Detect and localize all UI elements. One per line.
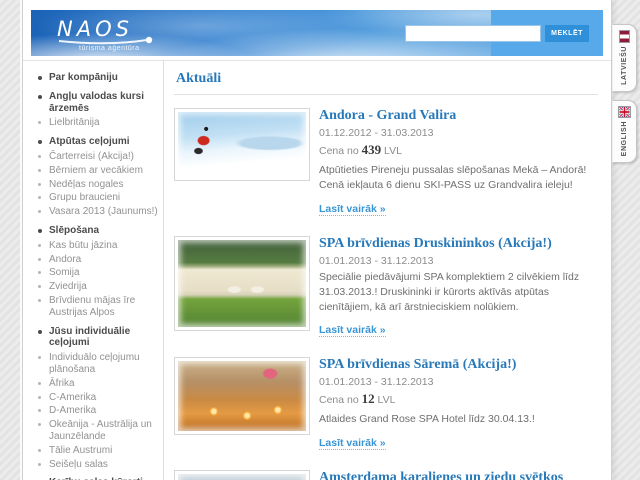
- read-more-link[interactable]: Lasīt vairāk »: [319, 203, 386, 216]
- article: SPA brīvdienas Druskininkos (Akcija!) 01…: [174, 236, 598, 339]
- article: SPA brīvdienas Sāremā (Akcija!) 01.01.20…: [174, 357, 598, 450]
- sidebar-item[interactable]: Čarterreisi (Akcija!): [49, 151, 159, 163]
- sidebar-item[interactable]: Zviedrija: [49, 281, 159, 293]
- sidebar-item[interactable]: Nedēļas nogales: [49, 179, 159, 191]
- sidebar: Par kompāniju Angļu valodas kursi ārzemēs…: [23, 61, 164, 480]
- main-content: Aktuāli Andora - Grand Valira 01.12.2012…: [164, 61, 611, 480]
- sidebar-item[interactable]: Bērniem ar vecākiem: [49, 165, 159, 177]
- sidebar-item[interactable]: Somija: [49, 267, 159, 279]
- article-thumbnail[interactable]: [174, 470, 310, 480]
- sidebar-item[interactable]: Okeānija - Austrālija un Jaunzēlande: [49, 419, 159, 443]
- price-currency: LVL: [384, 145, 402, 157]
- price-value: 439: [362, 142, 382, 157]
- sidebar-item[interactable]: C-Amerika: [49, 392, 159, 404]
- article: Amsterdama karalienes un ziedu svētkos (…: [174, 470, 598, 480]
- uk-flag-icon: [618, 106, 631, 118]
- sidebar-item[interactable]: Āfrika: [49, 378, 159, 390]
- header-banner: NAOS tūrisma aģentūra MEKLĒT: [31, 10, 603, 56]
- lang-tab-latviesu[interactable]: LATVIEŠU: [612, 24, 637, 92]
- logo: NAOS tūrisma aģentūra: [53, 13, 213, 50]
- sidebar-item[interactable]: Lielbritānija: [49, 117, 159, 129]
- article-description: Atlaides Grand Rose SPA Hotel līdz 30.04…: [319, 412, 598, 427]
- article-title[interactable]: SPA brīvdienas Druskininkos (Akcija!): [319, 236, 598, 252]
- search-button[interactable]: MEKLĒT: [545, 25, 589, 42]
- sidebar-item[interactable]: Seišeļu salas: [49, 459, 159, 471]
- sidebar-item[interactable]: Grupu braucieni: [49, 192, 159, 204]
- article-thumbnail[interactable]: [174, 357, 310, 435]
- article-title[interactable]: SPA brīvdienas Sāremā (Akcija!): [319, 357, 598, 373]
- price-value: 12: [362, 391, 375, 406]
- amsterdam-photo: [178, 474, 306, 480]
- language-switcher: LATVIEŠU ENGLISH: [612, 24, 637, 171]
- naos-logo-icon: NAOS: [53, 13, 213, 45]
- sidebar-item[interactable]: Atpūtas ceļojumi: [49, 136, 159, 148]
- logo-subtitle: tūrisma aģentūra: [79, 45, 140, 52]
- page-title: Aktuāli: [174, 69, 598, 95]
- article-thumbnail[interactable]: [174, 108, 310, 181]
- sidebar-item[interactable]: Jūsu individuālie ceļojumi: [49, 326, 159, 350]
- sidebar-item[interactable]: Vasara 2013 (Jaunums!): [49, 206, 159, 218]
- article: Andora - Grand Valira 01.12.2012 - 31.03…: [174, 108, 598, 217]
- sidebar-item[interactable]: Par kompāniju: [49, 72, 159, 84]
- article-dates: 01.12.2012 - 31.03.2013: [319, 127, 598, 139]
- sidebar-item[interactable]: Tālie Austrumi: [49, 445, 159, 457]
- sidebar-item[interactable]: D-Amerika: [49, 405, 159, 417]
- latvian-flag-icon: [619, 30, 630, 43]
- price-currency: LVL: [378, 394, 396, 406]
- article-description: Speciālie piedāvājumi SPA komplektiem 2 …: [319, 270, 598, 316]
- search-input[interactable]: [405, 25, 541, 42]
- sidebar-list: Par kompāniju Angļu valodas kursi ārzemēs…: [49, 72, 159, 480]
- sidebar-item[interactable]: Andora: [49, 254, 159, 266]
- article-dates: 01.01.2013 - 31.12.2013: [319, 255, 598, 267]
- sidebar-item[interactable]: Angļu valodas kursi ārzemēs: [49, 91, 159, 115]
- sidebar-item[interactable]: Slēpošana: [49, 225, 159, 237]
- ski-photo: [178, 112, 306, 177]
- article-price: Cena no 439 LVL: [319, 142, 598, 158]
- article-price: Cena no 12 LVL: [319, 391, 598, 407]
- site-container: NAOS tūrisma aģentūra MEKLĒT Par kompāni…: [22, 0, 612, 480]
- sidebar-item[interactable]: Brīvdienu mājas īre Austrijas Alpos: [49, 295, 159, 319]
- read-more-link[interactable]: Lasīt vairāk »: [319, 324, 386, 337]
- article-title[interactable]: Amsterdama karalienes un ziedu svētkos (…: [319, 470, 598, 480]
- article-thumbnail[interactable]: [174, 236, 310, 331]
- article-description: Atpūtieties Pireneju pussalas slēpošanas…: [319, 163, 598, 193]
- lang-tab-english[interactable]: ENGLISH: [612, 100, 637, 163]
- spa-hotel-photo: [178, 240, 306, 327]
- sidebar-item[interactable]: Individuālo ceļojumu plānošana: [49, 352, 159, 376]
- article-title[interactable]: Andora - Grand Valira: [319, 108, 598, 124]
- read-more-link[interactable]: Lasīt vairāk »: [319, 437, 386, 450]
- article-dates: 01.01.2013 - 31.12.2013: [319, 376, 598, 388]
- spa-candles-photo: [178, 361, 306, 431]
- svg-text:NAOS: NAOS: [57, 17, 133, 41]
- sidebar-item[interactable]: Kas būtu jāzina: [49, 240, 159, 252]
